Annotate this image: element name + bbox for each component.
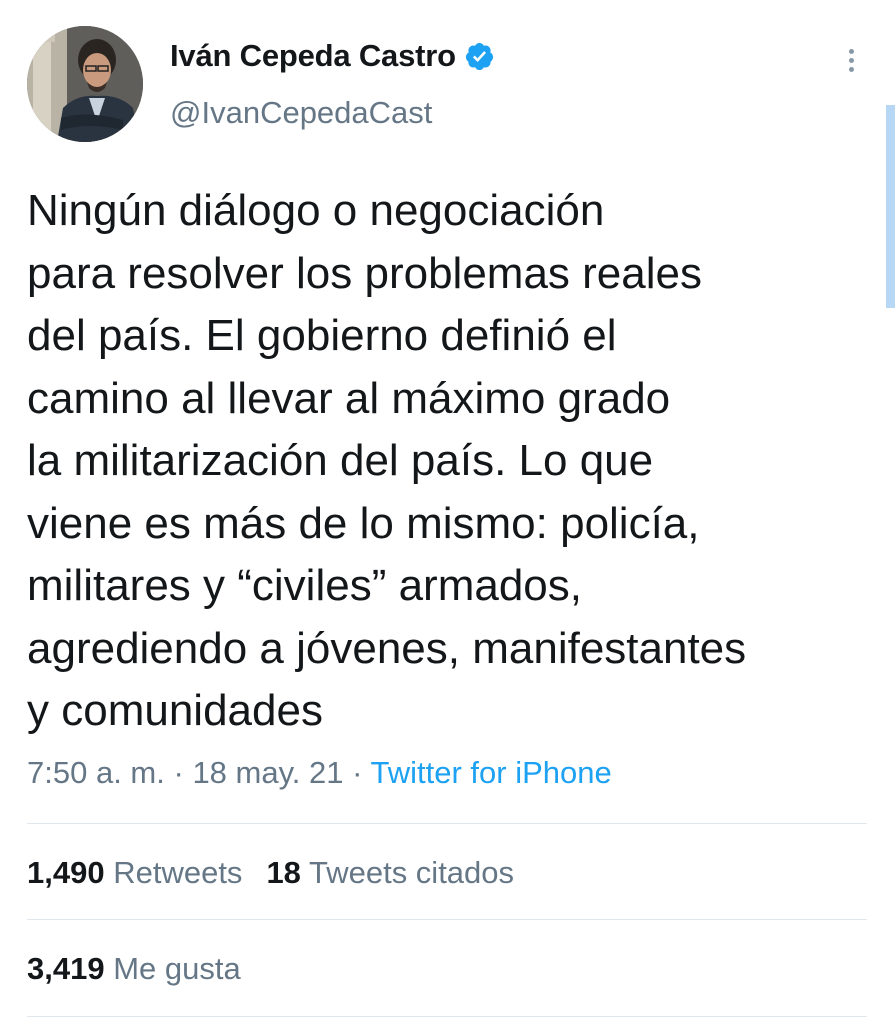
quote-tweets-label: Tweets citados xyxy=(308,855,515,890)
tweet-text: Ningún diálogo o negociación para resolv… xyxy=(27,186,747,735)
avatar-photo xyxy=(27,26,143,142)
likes-count: 3,419 xyxy=(27,951,105,986)
author-display-name[interactable]: Iván Cepeda Castro xyxy=(170,38,456,74)
engagement-stats-row: 1,490 Retweets 18 Tweets citados xyxy=(27,855,514,891)
divider xyxy=(27,1016,867,1017)
likes-stat[interactable]: 3,419 Me gusta xyxy=(27,951,241,987)
tweet-detail-view: Iván Cepeda Castro @IvanCepedaCast Ningú… xyxy=(0,0,895,1024)
author-handle[interactable]: @IvanCepedaCast xyxy=(170,95,432,131)
tweet-date[interactable]: 18 may. 21 xyxy=(192,755,343,790)
author-name-row[interactable]: Iván Cepeda Castro xyxy=(170,38,495,74)
scrollbar[interactable] xyxy=(886,105,895,308)
verified-badge-icon xyxy=(465,42,493,70)
retweets-count: 1,490 xyxy=(27,855,105,890)
avatar[interactable] xyxy=(27,26,143,142)
tweet-time[interactable]: 7:50 a. m. xyxy=(27,755,165,790)
meta-separator: · xyxy=(173,755,184,790)
tweet-metadata: 7:50 a. m. · 18 may. 21 · Twitter for iP… xyxy=(27,755,612,791)
tweet-source-link[interactable]: Twitter for iPhone xyxy=(371,755,612,790)
likes-row: 3,419 Me gusta xyxy=(27,951,241,987)
retweets-stat[interactable]: 1,490 Retweets xyxy=(27,855,242,891)
divider xyxy=(27,823,867,824)
more-vertical-icon xyxy=(848,48,854,54)
divider xyxy=(27,919,867,920)
retweets-label: Retweets xyxy=(113,855,243,890)
more-options-button[interactable] xyxy=(838,40,864,80)
likes-label: Me gusta xyxy=(113,951,241,986)
quote-tweets-stat[interactable]: 18 Tweets citados xyxy=(266,855,514,891)
quote-tweets-count: 18 xyxy=(266,855,301,890)
meta-separator: · xyxy=(352,755,363,790)
